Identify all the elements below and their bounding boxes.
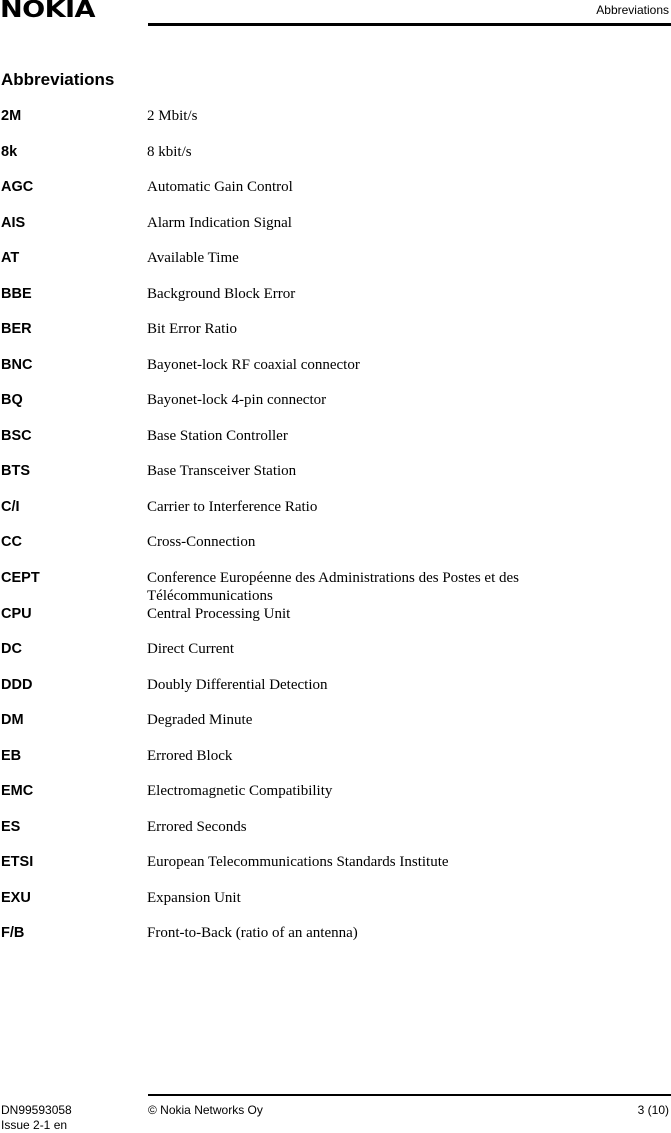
abbreviation-entry: C/I Carrier to Interference Ratio xyxy=(0,498,671,534)
abbreviation-entry: ETSI European Telecommunications Standard… xyxy=(0,853,671,889)
abbreviation-entry: CPU Central Processing Unit xyxy=(0,605,671,641)
abbreviation-definition: Front-to-Back (ratio of an antenna) xyxy=(147,925,358,941)
abbreviation-definition: Bayonet-lock RF coaxial connector xyxy=(147,356,360,373)
abbreviation-term: EMC xyxy=(1,783,34,799)
abbreviation-entry: CC Cross-Connection xyxy=(0,533,671,569)
abbreviation-term: BER xyxy=(1,321,32,337)
abbreviation-entry: DM Degraded Minute xyxy=(0,711,671,747)
abbreviation-definition: Bayonet-lock 4-pin connector xyxy=(147,392,327,408)
abbreviation-entry: EXU Expansion Unit xyxy=(0,889,671,925)
footer-divider xyxy=(148,1094,671,1096)
abbreviation-entry: ES Errored Seconds xyxy=(0,818,671,854)
abbreviation-definition: Errored Block xyxy=(147,747,233,764)
abbreviation-term: 2M xyxy=(1,108,22,124)
abbreviation-term: 8k xyxy=(1,143,18,160)
abbreviation-definition: Alarm Indication Signal xyxy=(147,214,292,231)
abbreviation-term: AGC xyxy=(1,179,34,195)
abbreviation-definition: Errored Seconds xyxy=(147,818,247,835)
abbreviation-definition: 2 Mbit/s xyxy=(147,108,198,124)
abbreviation-term: DC xyxy=(1,641,22,657)
abbreviation-entry: EMC Electromagnetic Compatibility xyxy=(0,782,671,818)
abbreviation-term: DM xyxy=(1,712,24,728)
abbreviation-term: BBE xyxy=(1,285,32,302)
page-title: Abbreviations xyxy=(1,70,115,89)
abbreviation-definition: European Telecommunications Standards In… xyxy=(147,854,449,870)
abbreviation-term: BNC xyxy=(1,356,33,373)
abbreviation-definition: Degraded Minute xyxy=(147,712,253,728)
abbreviation-definition: Base Station Controller xyxy=(147,427,288,444)
abbreviation-term: CEPT xyxy=(1,569,40,586)
abbreviation-entry: BSC Base Station Controller xyxy=(0,427,671,463)
abbreviation-entry: BQ Bayonet-lock 4-pin connector xyxy=(0,391,671,427)
nokia-logo: NOKIA xyxy=(0,0,96,23)
abbreviation-entry: DC Direct Current xyxy=(0,640,671,676)
abbreviation-definition: Available Time xyxy=(147,250,239,266)
copyright: © Nokia Networks Oy xyxy=(148,1103,263,1117)
abbreviation-definition: Central Processing Unit xyxy=(147,605,291,622)
abbreviation-definition: Carrier to Interference Ratio xyxy=(147,498,318,515)
abbreviation-definition: Electromagnetic Compatibility xyxy=(147,783,333,799)
abbreviation-term: BSC xyxy=(1,427,32,444)
abbreviation-term: ETSI xyxy=(1,854,34,870)
abbreviation-list: 2M 2 Mbit/s 8k 8 kbit/s AGC Automatic Gain Co… xyxy=(0,107,671,960)
abbreviation-term: BTS xyxy=(1,463,30,479)
abbreviation-definition: 8 kbit/s xyxy=(147,143,192,160)
abbreviation-entry: 8k 8 kbit/s xyxy=(0,143,671,179)
abbreviation-term: CPU xyxy=(1,605,32,622)
header-divider xyxy=(148,23,671,26)
abbreviation-entry: AIS Alarm Indication Signal xyxy=(0,214,671,250)
abbreviation-term: AIS xyxy=(1,214,26,231)
abbreviation-definition: Direct Current xyxy=(147,641,235,657)
abbreviation-term: CC xyxy=(1,534,22,550)
page-number: 3 (10) xyxy=(637,1103,669,1117)
abbreviation-entry: AGC Automatic Gain Control xyxy=(0,178,671,214)
abbreviation-definition: Expansion Unit xyxy=(147,889,241,906)
abbreviation-entry: BTS Base Transceiver Station xyxy=(0,462,671,498)
abbreviation-entry: BNC Bayonet-lock RF coaxial connector xyxy=(0,356,671,392)
abbreviation-entry: DDD Doubly Differential Detection xyxy=(0,676,671,712)
abbreviation-entry: BER Bit Error Ratio xyxy=(0,320,671,356)
abbreviation-definition: Doubly Differential Detection xyxy=(147,676,328,693)
abbreviation-entry: F/B Front-to-Back (ratio of an antenna) xyxy=(0,924,671,960)
footer-doc-info: DN99593058 Issue 2-1 en xyxy=(1,1103,72,1133)
abbreviation-term: EXU xyxy=(1,889,31,906)
abbreviation-term: F/B xyxy=(1,925,25,941)
abbreviation-definition: Conference Européenne des Administration… xyxy=(147,569,519,604)
abbreviation-term: BQ xyxy=(1,392,23,408)
abbreviation-term: DDD xyxy=(1,676,33,693)
abbreviation-entry: 2M 2 Mbit/s xyxy=(0,107,671,143)
abbreviation-definition: Cross-Connection xyxy=(147,534,256,550)
abbreviation-term: C/I xyxy=(1,498,20,515)
abbreviation-entry: AT Available Time xyxy=(0,249,671,285)
abbreviation-entry: CEPT Conference Européenne des Administra… xyxy=(0,569,671,605)
doc-number: DN99593058 xyxy=(1,1103,72,1117)
abbreviation-entry: BBE Background Block Error xyxy=(0,285,671,321)
abbreviation-definition: Bit Error Ratio xyxy=(147,321,237,337)
abbreviation-entry: EB Errored Block xyxy=(0,747,671,783)
abbreviation-definition: Automatic Gain Control xyxy=(147,179,293,195)
abbreviation-term: AT xyxy=(1,250,20,266)
abbreviation-term: ES xyxy=(1,818,21,835)
abbreviation-term: EB xyxy=(1,747,22,764)
issue-label: Issue 2-1 en xyxy=(1,1118,68,1132)
header-section-title: Abbreviations xyxy=(596,3,669,17)
abbreviation-definition: Base Transceiver Station xyxy=(147,463,297,479)
abbreviation-definition: Background Block Error xyxy=(147,285,296,302)
